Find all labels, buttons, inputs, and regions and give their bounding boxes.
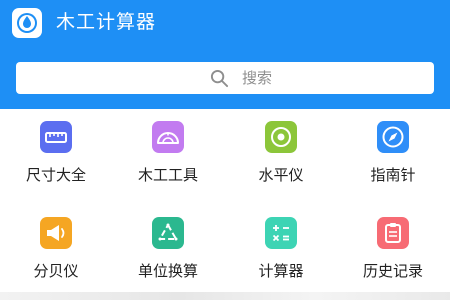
clipboard-icon <box>377 217 409 249</box>
tile-size-guide[interactable]: 尺寸大全 <box>0 109 112 204</box>
recycle-icon <box>152 217 184 249</box>
search-placeholder: 搜索 <box>242 69 273 87</box>
calculator-icon <box>265 217 297 249</box>
megaphone-icon <box>40 217 72 249</box>
tile-label: 计算器 <box>258 262 304 280</box>
tile-label: 分贝仪 <box>33 262 79 280</box>
tile-carpentry-tools[interactable]: 木工工具 <box>112 109 224 204</box>
tool-grid: 尺寸大全 木工工具 水平仪 指南针 分贝仪 单位换算 计算器 历史记录 <box>0 109 450 300</box>
app-title: 木工计算器 <box>56 11 157 33</box>
tile-calculator[interactable]: 计算器 <box>225 205 337 300</box>
tile-unit-conversion[interactable]: 单位换算 <box>112 205 224 300</box>
bottom-banner-edge <box>0 292 450 300</box>
protractor-icon <box>152 121 184 153</box>
level-icon <box>265 121 297 153</box>
search-input[interactable]: 搜索 <box>16 62 434 94</box>
tile-decibel-meter[interactable]: 分贝仪 <box>0 205 112 300</box>
water-drop-icon <box>17 13 37 33</box>
tile-label: 尺寸大全 <box>25 166 86 184</box>
tile-level[interactable]: 水平仪 <box>225 109 337 204</box>
tile-label: 单位换算 <box>137 262 198 280</box>
tile-label: 木工工具 <box>137 166 198 184</box>
app-header: 木工计算器 搜索 <box>0 0 450 109</box>
tile-compass[interactable]: 指南针 <box>337 109 449 204</box>
tile-history[interactable]: 历史记录 <box>337 205 449 300</box>
tile-label: 水平仪 <box>258 166 304 184</box>
tile-label: 指南针 <box>370 166 416 184</box>
compass-icon <box>377 121 409 153</box>
search-icon <box>210 69 229 88</box>
tile-label: 历史记录 <box>362 262 423 280</box>
app-logo <box>12 8 42 38</box>
ruler-icon <box>40 121 72 153</box>
